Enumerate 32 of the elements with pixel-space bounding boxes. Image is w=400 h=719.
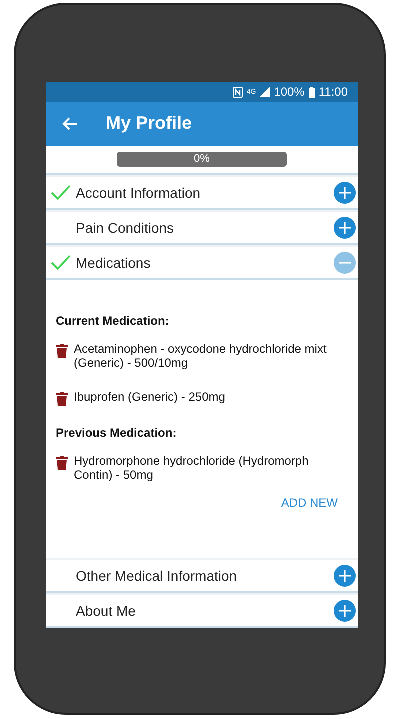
clock-time: 11:00 (318, 85, 348, 99)
trash-icon (56, 456, 68, 470)
screen-title: My Profile (106, 113, 192, 134)
section-title: About Me (76, 602, 137, 618)
delete-button[interactable] (56, 344, 68, 358)
checkmark-icon (51, 184, 71, 200)
section-title: Pain Conditions (76, 220, 176, 236)
section-header[interactable]: Pain Conditions (46, 210, 358, 245)
progress-percent: 0% (194, 153, 210, 166)
section-title: Account Information (76, 184, 202, 200)
section-header[interactable]: Account Information (46, 175, 358, 210)
section-title: Other Medical Information (76, 568, 238, 584)
battery-icon (308, 86, 315, 98)
section-header[interactable]: Medications (46, 245, 358, 280)
trash-icon (56, 344, 68, 358)
signal-icon (260, 87, 270, 97)
checkmark-icon (51, 254, 71, 270)
section-header[interactable]: About Me (46, 593, 358, 628)
back-arrow-icon (62, 116, 78, 131)
battery-percent: 100% (274, 85, 305, 99)
add-new-button[interactable]: ADD NEW (281, 496, 338, 510)
delete-button[interactable] (56, 392, 68, 406)
section-header[interactable]: Other Medical Information (46, 558, 358, 593)
medication-name: Ibuprofen (Generic) - 250mg (74, 390, 226, 404)
trash-icon (56, 392, 68, 406)
nfc-icon (232, 86, 243, 98)
medication-name: Acetaminophen - oxycodone hydrochloride mixt (Generic) - 500/10mg (74, 342, 328, 370)
group-heading: Current Medication: (56, 314, 170, 328)
delete-button[interactable] (56, 456, 68, 470)
section-title: Medications (76, 254, 152, 270)
medication-name: Hydromorphone hydrochloride (Hydromorph Contin) - 50mg (74, 454, 310, 482)
group-heading: Previous Medication: (56, 426, 178, 440)
